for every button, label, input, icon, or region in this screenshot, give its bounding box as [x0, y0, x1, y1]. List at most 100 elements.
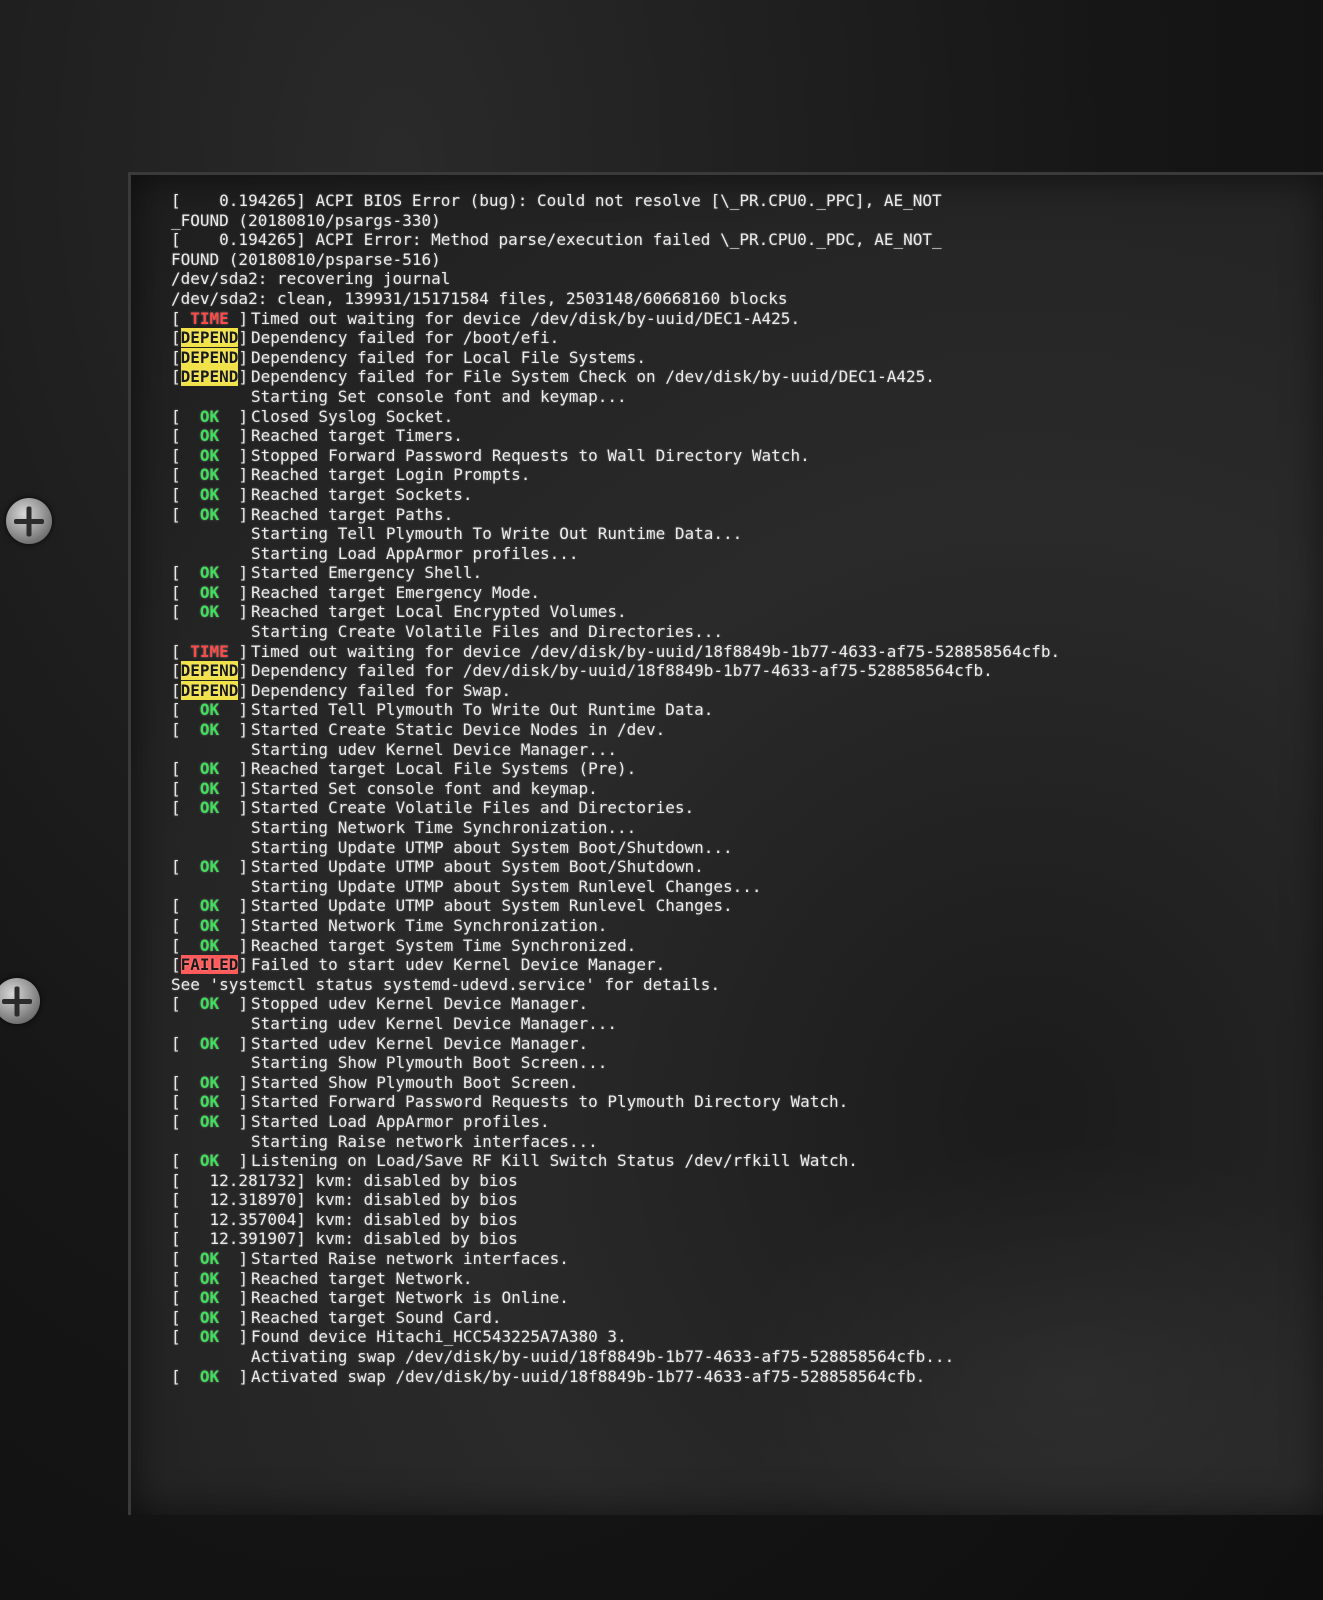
status-badge: OK — [180, 798, 239, 818]
console-line: [ OK ] Started Network Time Synchronizat… — [171, 916, 1321, 936]
console-line: [ OK ] Closed Syslog Socket. — [171, 407, 1321, 427]
status-tag: [ OK ] — [171, 406, 258, 426]
console-line: _FOUND (20180810/psargs-330) — [171, 211, 1321, 231]
console-line: [ OK ] Listening on Load/Save RF Kill Sw… — [171, 1151, 1321, 1171]
status-badge: OK — [180, 778, 239, 798]
status-badge: OK — [180, 1288, 239, 1308]
screw-icon — [0, 978, 40, 1024]
log-message: Starting Show Plymouth Boot Screen... — [251, 1053, 608, 1073]
log-message: Started Update UTMP about System Boot/Sh… — [251, 857, 704, 877]
console-line: /dev/sda2: recovering journal — [171, 269, 1321, 289]
status-tag: [ OK ] — [171, 504, 258, 524]
console-line: Activating swap /dev/disk/by-uuid/18f884… — [171, 1347, 1321, 1367]
console-line: [DEPEND] Dependency failed for /boot/efi… — [171, 328, 1321, 348]
status-tag: [ OK ] — [171, 484, 258, 504]
log-message: Activating swap /dev/disk/by-uuid/18f884… — [251, 1347, 955, 1367]
log-message: Started udev Kernel Device Manager. — [251, 1033, 589, 1053]
console-line: Starting Create Volatile Files and Direc… — [171, 622, 1321, 642]
console-line: Starting Show Plymouth Boot Screen... — [171, 1053, 1321, 1073]
console-line: [ OK ] Reached target Sockets. — [171, 485, 1321, 505]
console-line: [ OK ] Started Raise network interfaces. — [171, 1249, 1321, 1269]
status-badge: OK — [180, 1072, 239, 1092]
console-line: Starting Update UTMP about System Runlev… — [171, 877, 1321, 897]
status-badge: OK — [180, 1268, 239, 1288]
status-tag: [ OK ] — [171, 1288, 258, 1308]
status-badge: OK — [180, 1151, 239, 1171]
status-badge: OK — [180, 602, 239, 622]
console-line: [ OK ] Started Create Volatile Files and… — [171, 798, 1321, 818]
log-message: Failed to start udev Kernel Device Manag… — [251, 955, 666, 975]
console-line: [ OK ] Started Set console font and keym… — [171, 779, 1321, 799]
console-line: [ OK ] Reached target Local Encrypted Vo… — [171, 602, 1321, 622]
log-message: _FOUND (20180810/psargs-330) — [171, 210, 441, 230]
status-badge: OK — [180, 1327, 239, 1347]
log-message: Started Tell Plymouth To Write Out Runti… — [251, 700, 714, 720]
log-message: [ 12.281732] kvm: disabled by bios — [171, 1170, 518, 1190]
log-message: [ 12.391907] kvm: disabled by bios — [171, 1229, 518, 1249]
console-line: [ 0.194265] ACPI BIOS Error (bug): Could… — [171, 191, 1321, 211]
log-message: Listening on Load/Save RF Kill Switch St… — [251, 1151, 858, 1171]
status-badge: OK — [180, 759, 239, 779]
status-tag: [ OK ] — [171, 857, 258, 877]
log-message: Started Raise network interfaces. — [251, 1249, 569, 1269]
console-line: [FAILED] Failed to start udev Kernel Dev… — [171, 955, 1321, 975]
console-line: Starting udev Kernel Device Manager... — [171, 1014, 1321, 1034]
status-badge: OK — [180, 915, 239, 935]
log-message: Starting Load AppArmor profiles... — [251, 543, 579, 563]
status-badge: OK — [180, 1307, 239, 1327]
status-badge: OK — [180, 406, 239, 426]
console-line: [ OK ] Reached target Paths. — [171, 505, 1321, 525]
log-message: Starting Raise network interfaces... — [251, 1131, 598, 1151]
status-badge: OK — [180, 700, 239, 720]
status-badge: OK — [180, 857, 239, 877]
console-line: Starting Set console font and keymap... — [171, 387, 1321, 407]
status-tag: [ OK ] — [171, 915, 258, 935]
status-badge: OK — [180, 720, 239, 740]
log-message: [ 12.357004] kvm: disabled by bios — [171, 1209, 518, 1229]
console-line: [ OK ] Reached target Emergency Mode. — [171, 583, 1321, 603]
log-message: Starting Tell Plymouth To Write Out Runt… — [251, 524, 743, 544]
status-badge: DEPEND — [180, 661, 239, 681]
status-tag: [ OK ] — [171, 563, 258, 583]
boot-log: [ 0.194265] ACPI BIOS Error (bug): Could… — [171, 191, 1321, 1386]
console-line: [ OK ] Started Update UTMP about System … — [171, 896, 1321, 916]
log-message: Starting Create Volatile Files and Direc… — [251, 622, 724, 642]
status-badge: DEPEND — [180, 367, 239, 387]
status-badge: OK — [180, 994, 239, 1014]
console-line: Starting udev Kernel Device Manager... — [171, 740, 1321, 760]
console-line: Starting Tell Plymouth To Write Out Runt… — [171, 524, 1321, 544]
console-line: [ OK ] Started Emergency Shell. — [171, 563, 1321, 583]
console-line: [ OK ] Started Show Plymouth Boot Screen… — [171, 1073, 1321, 1093]
console-line: [ OK ] Reached target Network. — [171, 1269, 1321, 1289]
console-line: [ OK ] Started Tell Plymouth To Write Ou… — [171, 700, 1321, 720]
log-message: Starting Network Time Synchronization... — [251, 818, 637, 837]
log-message: Dependency failed for Local File Systems… — [251, 347, 646, 367]
log-message: Reached target Timers. — [251, 426, 463, 446]
status-badge: OK — [180, 935, 239, 955]
log-message: Reached target Local Encrypted Volumes. — [251, 602, 627, 622]
status-badge: DEPEND — [180, 347, 239, 367]
console-line: [ TIME ] Timed out waiting for device /d… — [171, 309, 1321, 329]
status-badge: OK — [180, 426, 239, 446]
log-message: Reached target Paths. — [251, 504, 454, 524]
log-message: Timed out waiting for device /dev/disk/b… — [251, 641, 1061, 661]
status-badge: OK — [180, 1111, 239, 1131]
console-line: [ 0.194265] ACPI Error: Method parse/exe… — [171, 230, 1321, 250]
console-line: Starting Raise network interfaces... — [171, 1132, 1321, 1152]
console-screen: [ 0.194265] ACPI BIOS Error (bug): Could… — [128, 172, 1323, 1515]
status-badge: OK — [180, 582, 239, 602]
status-tag: [ OK ] — [171, 759, 258, 779]
log-message: Started Network Time Synchronization. — [251, 915, 608, 935]
status-tag: [ OK ] — [171, 896, 258, 916]
console-line: [ OK ] Started Create Static Device Node… — [171, 720, 1321, 740]
console-line: [ OK ] Found device Hitachi_HCC543225A7A… — [171, 1327, 1321, 1347]
console-line: [ OK ] Reached target Network is Online. — [171, 1288, 1321, 1308]
console-line: [ OK ] Started Update UTMP about System … — [171, 857, 1321, 877]
console-line: [DEPEND] Dependency failed for Local Fil… — [171, 347, 1321, 368]
console-line: [ 12.281732] kvm: disabled by bios — [171, 1171, 1321, 1191]
status-tag: [ OK ] — [171, 602, 258, 622]
console-line: FOUND (20180810/psparse-516) — [171, 250, 1321, 270]
status-badge: OK — [180, 563, 239, 583]
console-line: [ OK ] Started Load AppArmor profiles. — [171, 1112, 1321, 1132]
console-line: See 'systemctl status systemd-udevd.serv… — [171, 975, 1321, 995]
